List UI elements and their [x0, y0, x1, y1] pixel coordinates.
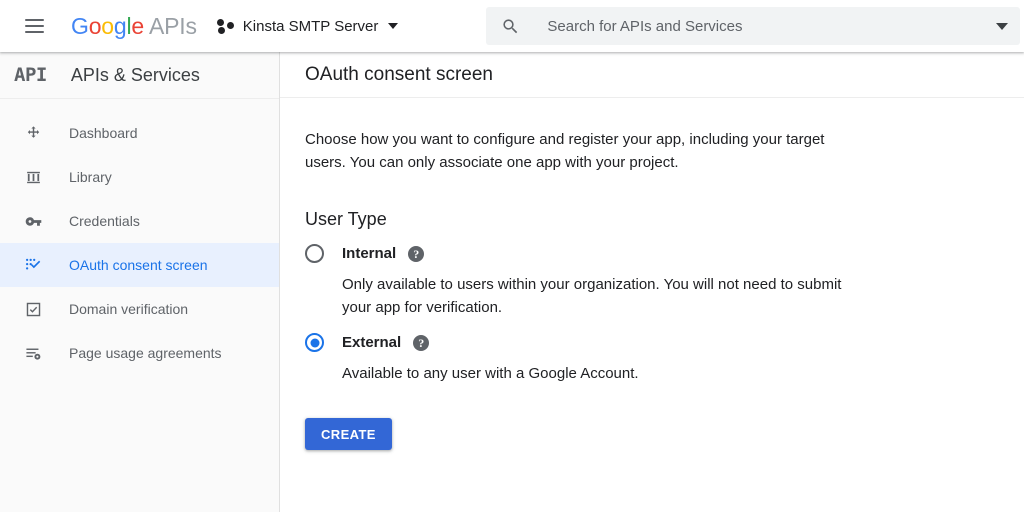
google-cloud-console-page: Google APIs Kinsta SMTP Server API: [0, 0, 1024, 512]
user-type-option-internal[interactable]: Internal ?: [305, 244, 999, 263]
user-type-option-external[interactable]: External ?: [305, 333, 999, 352]
radio-external-description: Available to any user with a Google Acco…: [342, 362, 842, 385]
dashboard-icon: [22, 125, 44, 142]
logo-letter-o1: o: [89, 13, 102, 40]
logo-letter-o2: o: [101, 13, 114, 40]
oauth-consent-form: Choose how you want to configure and reg…: [280, 98, 1024, 450]
logo-suffix-apis: APIs: [149, 13, 197, 40]
main-content-area: OAuth consent screen Choose how you want…: [280, 52, 1024, 512]
search-input[interactable]: [545, 17, 996, 36]
sidebar-item-label: Page usage agreements: [69, 345, 222, 361]
key-icon: [22, 213, 44, 230]
logo-letter-g2: g: [114, 13, 127, 40]
chevron-down-icon: [388, 23, 398, 29]
intro-text: Choose how you want to configure and reg…: [305, 128, 830, 174]
radio-external[interactable]: [305, 333, 324, 352]
search-bar[interactable]: [486, 7, 1020, 45]
user-type-heading: User Type: [305, 209, 999, 230]
sidebar-item-label: Domain verification: [69, 301, 188, 317]
project-selector[interactable]: Kinsta SMTP Server: [213, 8, 403, 44]
radio-internal[interactable]: [305, 244, 324, 263]
sidebar-item-dashboard[interactable]: Dashboard: [0, 111, 279, 155]
hamburger-menu-icon[interactable]: [16, 8, 52, 44]
create-button[interactable]: CREATE: [305, 418, 392, 450]
search-icon: [500, 16, 520, 36]
radio-external-label[interactable]: External: [342, 334, 401, 351]
sidebar: API APIs & Services Dashboard: [0, 52, 280, 512]
api-logo-icon: API: [14, 66, 47, 85]
sidebar-title: APIs & Services: [71, 65, 200, 86]
page-body: API APIs & Services Dashboard: [0, 52, 1024, 512]
radio-internal-description: Only available to users within your orga…: [342, 273, 842, 319]
sidebar-item-domain-verification[interactable]: Domain verification: [0, 287, 279, 331]
hamburger-bar: [25, 25, 44, 27]
radio-internal-label[interactable]: Internal: [342, 245, 396, 262]
sidebar-item-oauth-consent-screen[interactable]: OAuth consent screen: [0, 243, 279, 287]
logo-letter-e: e: [131, 13, 144, 40]
library-icon: [22, 169, 44, 186]
oauth-consent-icon: [22, 257, 44, 274]
main-header: OAuth consent screen: [280, 52, 1024, 98]
checkbox-verified-icon: [22, 301, 44, 318]
search-dropdown-chevron-down-icon[interactable]: [996, 23, 1008, 30]
project-name: Kinsta SMTP Server: [243, 18, 379, 35]
project-dots-icon: [217, 17, 235, 35]
sidebar-item-label: OAuth consent screen: [69, 257, 208, 273]
sidebar-item-label: Dashboard: [69, 125, 138, 141]
sidebar-item-credentials[interactable]: Credentials: [0, 199, 279, 243]
hamburger-bar: [25, 31, 44, 33]
sidebar-item-label: Credentials: [69, 213, 140, 229]
logo-letter-g: G: [71, 13, 89, 40]
page-title: OAuth consent screen: [305, 64, 493, 86]
sidebar-nav: Dashboard Library: [0, 99, 279, 375]
sidebar-item-label: Library: [69, 169, 112, 185]
sidebar-header: API APIs & Services: [0, 52, 279, 99]
top-app-bar: Google APIs Kinsta SMTP Server: [0, 0, 1024, 52]
sidebar-item-library[interactable]: Library: [0, 155, 279, 199]
page-usage-settings-icon: [22, 345, 44, 362]
help-icon[interactable]: ?: [413, 335, 429, 351]
google-apis-logo[interactable]: Google APIs: [71, 13, 197, 40]
hamburger-bar: [25, 19, 44, 21]
help-icon[interactable]: ?: [408, 246, 424, 262]
sidebar-item-page-usage-agreements[interactable]: Page usage agreements: [0, 331, 279, 375]
